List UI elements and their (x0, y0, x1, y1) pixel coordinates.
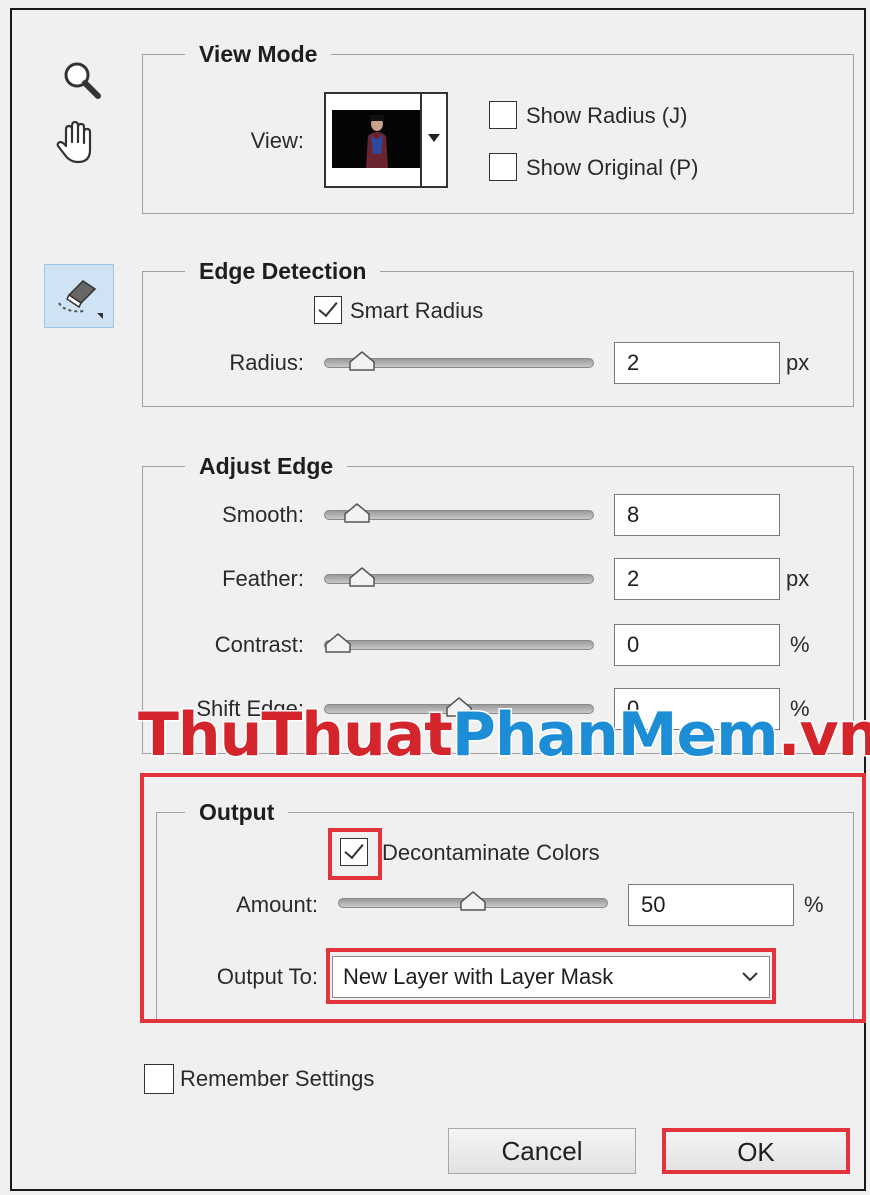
feather-unit: px (786, 566, 810, 591)
hand-icon[interactable] (52, 118, 102, 168)
view-thumbnail (332, 110, 420, 168)
watermark-logo: ThuThuatPhanMem.vn (137, 699, 870, 772)
feather-slider-thumb[interactable] (348, 566, 376, 588)
cancel-button[interactable]: Cancel (448, 1128, 636, 1174)
radius-label: Radius: (229, 350, 304, 375)
edge-detection-group: Edge Detection (142, 255, 854, 407)
view-mode-title: View Mode (185, 38, 332, 70)
contrast-label: Contrast: (214, 632, 304, 657)
output-to-highlight (326, 948, 776, 1004)
chevron-down-icon (428, 134, 440, 142)
refine-radius-tool-button[interactable] (44, 264, 114, 328)
feather-label: Feather: (222, 566, 304, 591)
show-original-checkbox[interactable] (489, 153, 517, 181)
smart-radius-label: Smart Radius (350, 298, 484, 323)
remember-settings-checkbox[interactable] (144, 1064, 174, 1094)
ok-highlight (662, 1128, 850, 1174)
smooth-label: Smooth: (222, 502, 304, 527)
decontaminate-highlight (328, 828, 382, 880)
edge-detection-title: Edge Detection (185, 255, 381, 287)
contrast-unit: % (790, 632, 810, 657)
radius-slider-thumb[interactable] (348, 350, 376, 372)
smooth-slider-thumb[interactable] (343, 502, 371, 524)
contrast-slider-thumb[interactable] (324, 632, 352, 654)
zoom-icon[interactable] (60, 58, 104, 102)
show-radius-checkbox[interactable] (489, 101, 517, 129)
smooth-input[interactable]: 8 (614, 494, 780, 536)
radius-input[interactable]: 2 (614, 342, 780, 384)
remember-settings-label: Remember Settings (180, 1066, 375, 1091)
view-mode-dropdown[interactable] (324, 92, 448, 188)
smart-radius-checkbox[interactable] (314, 296, 342, 324)
refine-radius-icon (58, 280, 103, 319)
contrast-slider[interactable] (324, 640, 594, 650)
view-label: View: (250, 128, 304, 153)
show-radius-label: Show Radius (J) (526, 103, 688, 128)
show-original-label: Show Original (P) (526, 155, 699, 180)
adjust-edge-title: Adjust Edge (185, 450, 348, 482)
radius-unit: px (786, 350, 810, 375)
feather-input[interactable]: 2 (614, 558, 780, 600)
contrast-input[interactable]: 0 (614, 624, 780, 666)
